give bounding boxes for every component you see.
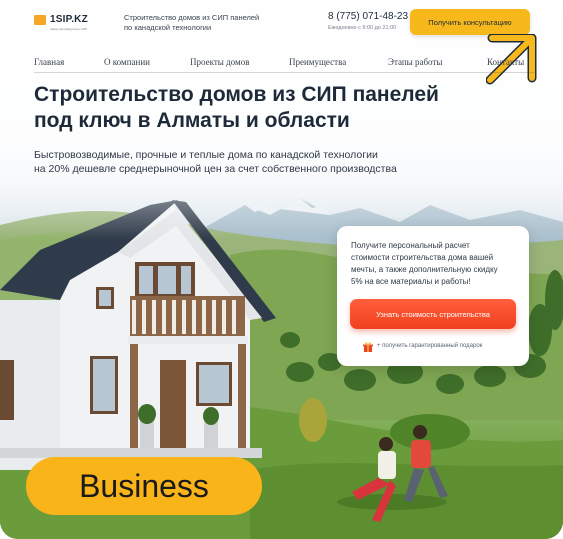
- nav-item-home[interactable]: Главная: [34, 57, 64, 67]
- gift-icon: [363, 342, 373, 352]
- hero-subtitle: Быстровозводимые, прочные и теплые дома …: [34, 148, 454, 176]
- tree-yellow: [299, 398, 327, 442]
- get-price-button[interactable]: Узнать стоимость строительства: [350, 299, 516, 329]
- nav-item-projects[interactable]: Проекты домов: [190, 57, 249, 67]
- logo[interactable]: 1SIP.KZ завод-производитель СИП: [34, 14, 88, 31]
- phone-number[interactable]: 8 (775) 071-48-23: [328, 11, 408, 22]
- header-tagline: Строительство домов из СИП панелей по ка…: [124, 13, 260, 32]
- hero-title: Строительство домов из СИП панелей под к…: [34, 82, 484, 134]
- nav-divider: [34, 72, 534, 73]
- offer-text-line: 5% на все материалы и работы!: [351, 277, 471, 286]
- category-badge: Business: [26, 457, 262, 515]
- hero-title-line: под ключ в Алматы и области: [34, 109, 350, 132]
- nav-item-stages[interactable]: Этапы работы: [388, 57, 442, 67]
- site-header: 1SIP.KZ завод-производитель СИП Строител…: [0, 0, 563, 44]
- landing-page: 1SIP.KZ завод-производитель СИП Строител…: [0, 0, 563, 539]
- nav-item-contacts[interactable]: Контакты: [487, 57, 524, 67]
- gift-note: + получить гарантированный подарок: [377, 343, 483, 349]
- offer-text-line: Получите персональный расчет: [351, 241, 470, 250]
- logo-mark-icon: [34, 14, 46, 25]
- logo-subtext: завод-производитель СИП: [50, 27, 88, 31]
- nav-item-advantages[interactable]: Преимущества: [289, 57, 346, 67]
- main-nav: Главная О компании Проекты домов Преимущ…: [34, 57, 534, 69]
- offer-text: Получите персональный расчет стоимости с…: [351, 240, 519, 288]
- offer-text-line: мечты, а также дополнительную скидку: [351, 265, 498, 274]
- logo-text: 1SIP.KZ: [50, 14, 88, 25]
- hero-title-line: Строительство домов из СИП панелей: [34, 83, 439, 106]
- nav-item-about[interactable]: О компании: [104, 57, 150, 67]
- offer-card: Получите персональный расчет стоимости с…: [337, 226, 529, 366]
- hero-subtitle-line: на 20% дешевле среднерыночной цен за сче…: [34, 163, 397, 175]
- offer-text-line: стоимости строительства дома вашей: [351, 253, 494, 262]
- working-hours: Ежедневно с 9:00 до 21:00: [328, 25, 397, 31]
- consultation-button[interactable]: Получить консультацию: [410, 9, 530, 35]
- hero-subtitle-line: Быстровозводимые, прочные и теплые дома …: [34, 149, 378, 161]
